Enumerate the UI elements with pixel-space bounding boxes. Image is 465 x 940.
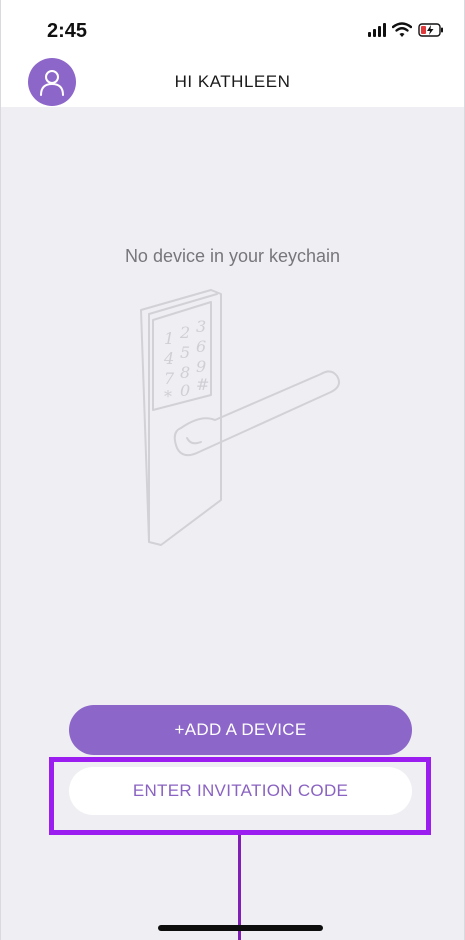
wifi-icon <box>392 22 412 37</box>
keypad-key-0: 0 <box>180 381 190 400</box>
keychain-screen: 2:45 HI KATHLEEN No device in your keych… <box>0 0 465 940</box>
status-time: 2:45 <box>47 20 88 42</box>
keypad-key-7: 7 <box>164 369 175 388</box>
keypad-key-1: 1 <box>164 329 174 348</box>
add-device-button[interactable]: +ADD A DEVICE <box>69 705 412 755</box>
status-icons <box>368 22 444 38</box>
battery-charging-icon <box>418 23 443 37</box>
header-bar: 2:45 HI KATHLEEN <box>1 0 464 107</box>
keypad-key-hash: # <box>196 375 209 394</box>
keypad-key-4: 4 <box>163 349 174 368</box>
empty-state-message: No device in your keychain <box>124 246 341 266</box>
keypad-key-9: 9 <box>196 357 206 376</box>
home-indicator[interactable] <box>158 925 323 931</box>
keypad-key-3: 3 <box>196 317 206 336</box>
keypad-key-5: 5 <box>180 343 190 362</box>
header-greeting: HI KATHLEEN <box>174 72 291 91</box>
signal-icon <box>368 23 386 37</box>
keypad-key-8: 8 <box>180 363 190 382</box>
keypad-key-2: 2 <box>179 323 190 342</box>
enter-invitation-code-button[interactable]: ENTER INVITATION CODE <box>69 767 412 815</box>
keypad-key-6: 6 <box>196 337 206 356</box>
keypad-key-star: * <box>164 387 172 406</box>
door-lock-illustration: 1 2 3 4 5 6 7 8 9 * 0 # <box>140 289 340 546</box>
